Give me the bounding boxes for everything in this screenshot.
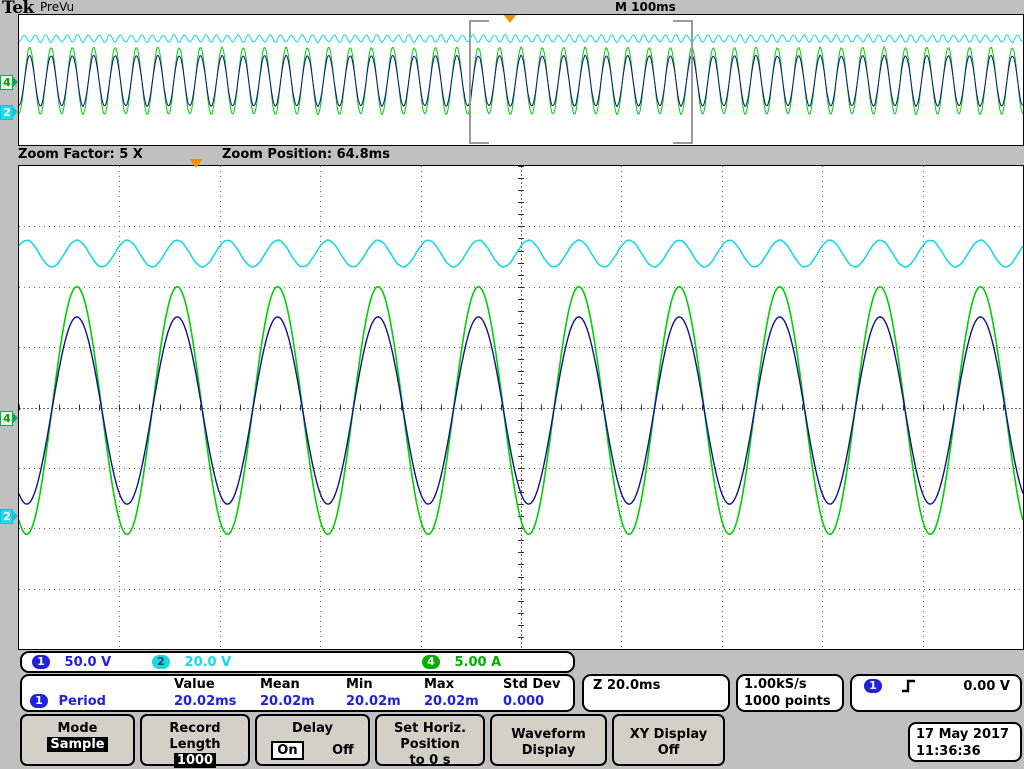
menu-button-waveform-display[interactable]: Waveform Display	[490, 714, 607, 766]
measurement-col-value: Value	[174, 677, 215, 692]
menu-button-set-horiz-position[interactable]: Set Horiz. Position to 0 s	[375, 714, 485, 768]
overview-marker-label-4: 4	[3, 76, 11, 89]
delay-option-off[interactable]: Off	[332, 743, 354, 758]
trigger-level-readout: 0.00 V	[963, 679, 1010, 694]
zoom-timebase-readout: Z 20.0ms	[593, 678, 661, 693]
menu-button-xy-display[interactable]: XY Display Off	[612, 714, 725, 766]
acquisition-state: PreVu	[40, 0, 75, 14]
menu-button-delay[interactable]: Delay On Off	[255, 714, 370, 766]
marker-tip-4z	[12, 412, 18, 424]
measurement-col-min: Min	[346, 677, 373, 692]
overview-channel-marker-2[interactable]: 2	[0, 105, 18, 120]
channel-readout-1[interactable]: 1 50.0 V	[32, 655, 111, 670]
mode-value: Sample	[47, 737, 108, 752]
measurement-box[interactable]: Value Mean Min Max Std Dev 1 Period 20.0…	[20, 674, 575, 712]
channel-scale-bar: 1 50.0 V 2 20.0 V 4 5.00 A	[20, 651, 575, 673]
marker-tip-2z	[12, 510, 18, 522]
channel-readout-4[interactable]: 4 5.00 A	[422, 655, 501, 670]
clock-date: 17 May 2017	[916, 727, 1010, 742]
trigger-box[interactable]: 1 0.00 V	[850, 674, 1022, 712]
waveform-display-label-1: Waveform	[511, 727, 586, 742]
measurement-max: 20.02m	[424, 694, 479, 709]
channel-badge-4: 4	[422, 655, 440, 669]
zoom-info-bar: Zoom Factor: 5 X Zoom Position: 64.8ms	[0, 147, 1024, 164]
overview-channel-marker-4[interactable]: 4	[0, 75, 18, 90]
overview-plot	[19, 20, 1023, 144]
clock-time: 11:36:36	[916, 744, 981, 759]
zoom-waveform-area[interactable]	[18, 165, 1024, 650]
waveform-trace-ch2	[19, 33, 1023, 44]
record-points-readout: 1000 points	[744, 694, 831, 709]
channel-scale-2: 20.0 V	[184, 655, 232, 670]
overview-waveform-area[interactable]	[18, 14, 1024, 146]
delay-label: Delay	[292, 721, 333, 736]
rising-edge-icon	[901, 679, 915, 693]
oscilloscope-screen: Tek PreVu M 100ms 4 2 Zoom Factor: 5 X Z…	[0, 0, 1024, 768]
clock-box: 17 May 2017 11:36:36	[908, 722, 1022, 762]
trigger-source-group: 1	[864, 679, 916, 695]
horizontal-scale-readout: M 100ms	[615, 0, 676, 14]
top-status-bar: Tek PreVu M 100ms	[0, 0, 1024, 18]
zoom-left-gutter	[0, 165, 18, 650]
measurement-col-mean: Mean	[260, 677, 300, 692]
menu-button-mode[interactable]: Mode Sample	[20, 714, 135, 766]
channel-readout-2[interactable]: 2 20.0 V	[152, 655, 231, 670]
sample-rate-readout: 1.00kS/s	[744, 677, 807, 692]
measurement-source-badge: 1	[30, 694, 48, 708]
xy-display-label-2: Off	[657, 743, 680, 758]
zoom-channel-marker-2[interactable]: 2	[0, 509, 18, 524]
zoom-marker-label-4: 4	[3, 412, 11, 425]
measurement-mean: 20.02m	[260, 694, 315, 709]
zoom-marker-label-2: 2	[3, 510, 11, 523]
waveform-trace-ch1	[19, 54, 1023, 108]
waveform-display-label-2: Display	[521, 743, 576, 758]
measurement-value: 20.02ms	[174, 694, 237, 709]
measurement-min: 20.02m	[346, 694, 401, 709]
channel-badge-1: 1	[32, 655, 50, 669]
record-length-value: 1000	[173, 753, 217, 768]
set-horiz-label-3: to 0 s	[409, 753, 451, 768]
record-length-label-1: Record	[169, 721, 221, 736]
marker-tip-4	[12, 76, 18, 88]
zoom-plot	[19, 166, 1023, 649]
zoom-factor-readout[interactable]: Zoom Factor: 5 X	[18, 147, 143, 162]
measurement-stddev: 0.000	[503, 694, 545, 709]
measurement-name: Period	[58, 694, 106, 709]
set-horiz-label-1: Set Horiz.	[393, 721, 467, 736]
record-length-label-2: Length	[169, 737, 221, 752]
channel-badge-2: 2	[152, 655, 170, 669]
zoom-channel-marker-4[interactable]: 4	[0, 411, 18, 426]
trigger-position-marker-overview[interactable]	[503, 14, 517, 23]
channel-scale-1: 50.0 V	[64, 655, 112, 670]
menu-button-record-length[interactable]: Record Length 1000	[140, 714, 250, 768]
marker-tip-2	[12, 106, 18, 118]
measurement-col-max: Max	[424, 677, 455, 692]
measurement-name-row: 1 Period	[30, 694, 106, 709]
mode-label: Mode	[57, 721, 98, 736]
xy-display-label-1: XY Display	[629, 727, 708, 742]
channel-scale-4: 5.00 A	[454, 655, 502, 670]
delay-option-on[interactable]: On	[271, 741, 304, 760]
overview-marker-label-2: 2	[3, 106, 11, 119]
trigger-source-badge: 1	[864, 679, 882, 693]
zoom-position-readout[interactable]: Zoom Position: 64.8ms	[222, 147, 390, 162]
trigger-position-marker-zoom[interactable]	[189, 159, 203, 168]
measurement-col-stddev: Std Dev	[503, 677, 561, 692]
set-horiz-label-2: Position	[400, 737, 460, 752]
acquisition-box[interactable]: 1.00kS/s 1000 points	[736, 674, 844, 712]
zoom-timebase-box[interactable]: Z 20.0ms	[582, 674, 730, 712]
